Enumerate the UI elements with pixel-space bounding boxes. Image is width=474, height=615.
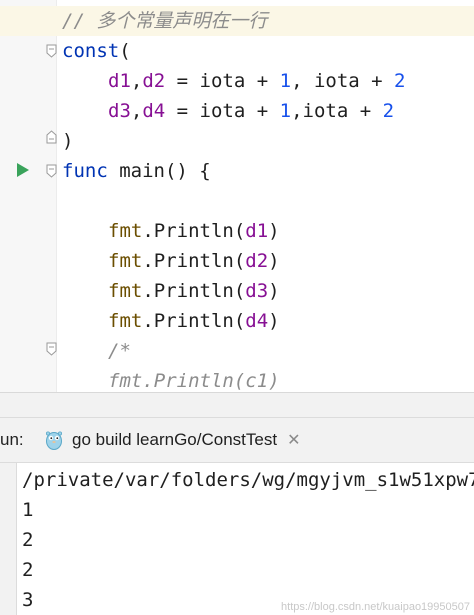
console-path-line: /private/var/folders/wg/mgyjvm_s1w51xpw7	[22, 469, 474, 491]
code-line-d1-d2: d1,d2 = iota + 1, iota + 2	[108, 66, 405, 96]
tab-go-build[interactable]: go build learnGo/ConstTest ✕	[44, 422, 300, 458]
arg-var: d4	[245, 310, 269, 332]
number-literal: 1	[279, 100, 292, 122]
fold-marker-icon[interactable]	[46, 44, 57, 58]
tab-label: go build learnGo/ConstTest	[72, 430, 278, 449]
keyword-func: func	[62, 160, 108, 182]
console-gutter	[0, 463, 17, 615]
run-tool-window-tabs: un: go build learnGo/ConstTest ✕	[0, 417, 474, 463]
code-line-const: const(	[62, 36, 131, 66]
arg-var: d2	[245, 250, 269, 272]
paren-close: )	[268, 250, 280, 272]
assign-iota: = iota +	[165, 100, 280, 122]
call-println: .Println(	[142, 310, 246, 332]
code-line-comment: // 多个常量声明在一行	[62, 10, 268, 32]
var-d2: d2	[142, 70, 166, 92]
code-line-println: fmt.Println(d4)	[108, 306, 280, 336]
close-icon[interactable]: ✕	[287, 430, 300, 450]
code-line-block-comment-open: /*	[108, 340, 131, 362]
pkg-fmt: fmt	[108, 220, 143, 242]
panel-header-bar	[0, 393, 474, 417]
paren-close: )	[268, 220, 280, 242]
var-d4: d4	[142, 100, 166, 122]
console-output-line: 3	[22, 589, 34, 611]
pkg-fmt: fmt	[108, 280, 143, 302]
keyword-const: const	[62, 40, 120, 62]
func-signature: main() {	[107, 160, 211, 182]
console-output-line: 1	[22, 499, 34, 521]
watermark: https://blog.csdn.net/kuaipao19950507	[281, 601, 470, 613]
code-line-close-paren: )	[62, 130, 74, 152]
paren-close: )	[268, 310, 280, 332]
code-line-d3-d4: d3,d4 = iota + 1,iota + 2	[108, 96, 394, 126]
console-output[interactable]: /private/var/folders/wg/mgyjvm_s1w51xpw7…	[0, 463, 474, 615]
pkg-fmt: fmt	[108, 250, 143, 272]
assign-iota: = iota +	[165, 70, 280, 92]
number-literal: 1	[279, 70, 292, 92]
arg-var: d3	[245, 280, 269, 302]
number-literal: 2	[394, 70, 406, 92]
comma: ,	[130, 70, 143, 92]
pkg-fmt: fmt	[108, 310, 143, 332]
call-println: .Println(	[142, 220, 246, 242]
code-line-println: fmt.Println(d3)	[108, 276, 280, 306]
var-d3: d3	[108, 100, 131, 122]
run-label: un:	[0, 430, 24, 449]
iota-expr: ,iota +	[291, 100, 383, 122]
code-line-func-main: func main() {	[62, 156, 211, 186]
code-line-println: fmt.Println(d1)	[108, 216, 280, 246]
paren-close: )	[268, 280, 280, 302]
fold-marker-icon[interactable]	[46, 130, 57, 144]
comma: ,	[130, 100, 143, 122]
fold-marker-icon[interactable]	[46, 342, 57, 356]
gopher-icon	[46, 431, 62, 450]
call-println: .Println(	[142, 250, 246, 272]
console-output-line: 2	[22, 559, 34, 581]
code-editor[interactable]: // 多个常量声明在一行 const( d1,d2 = iota + 1, io…	[0, 0, 474, 392]
fold-marker-icon[interactable]	[46, 164, 57, 178]
code-line-block-comment: fmt.Println(c1)	[108, 370, 280, 392]
console-output-line: 2	[22, 529, 34, 551]
editor-gutter[interactable]	[0, 0, 56, 392]
number-literal: 2	[382, 100, 395, 122]
iota-expr: , iota +	[291, 70, 395, 92]
paren-open: (	[119, 40, 131, 62]
code-line-println: fmt.Println(d2)	[108, 246, 280, 276]
gutter-separator	[56, 0, 57, 392]
call-println: .Println(	[142, 280, 246, 302]
run-arrow-icon[interactable]	[16, 162, 30, 178]
arg-var: d1	[245, 220, 269, 242]
var-d1: d1	[108, 70, 131, 92]
